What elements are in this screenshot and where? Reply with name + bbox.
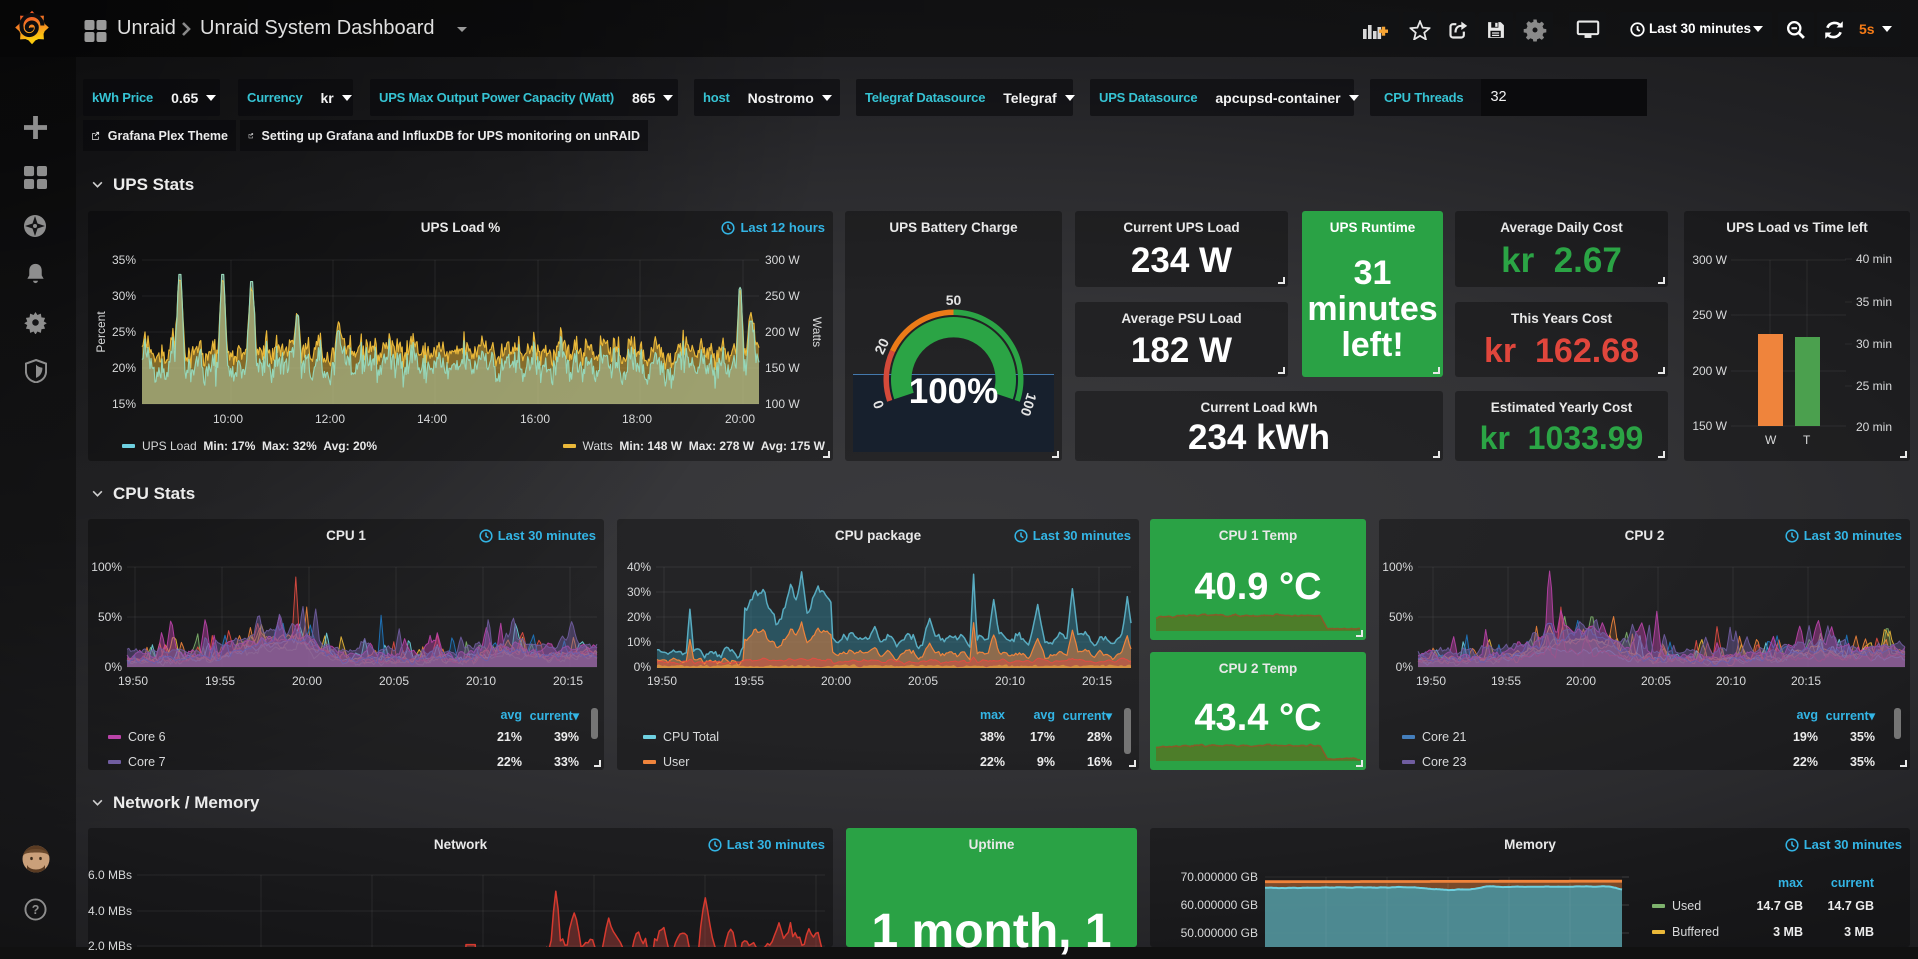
svg-text:?: ? [32,903,40,917]
svg-text:50: 50 [946,292,962,308]
